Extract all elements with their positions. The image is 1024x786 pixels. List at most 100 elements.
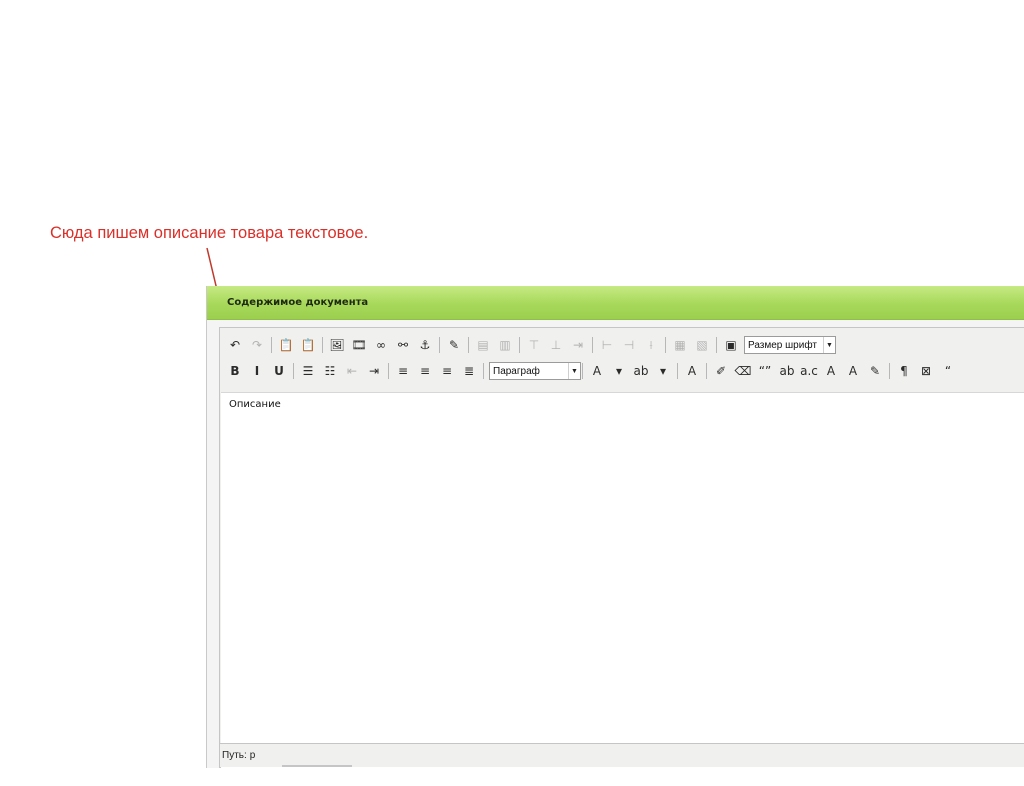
path-label: Путь: <box>222 750 247 761</box>
show-blocks-button[interactable]: ¶ <box>895 362 913 380</box>
delete-col-button[interactable]: ⟊ <box>642 336 660 354</box>
bullet-list-button[interactable]: ☰ <box>299 362 317 380</box>
panel-header: Содержимое документа <box>207 286 1024 320</box>
font-size-select[interactable]: Размер шрифт ▼ <box>744 336 836 354</box>
col-before-button[interactable]: ⊢ <box>598 336 616 354</box>
row-after-button[interactable]: ⊥ <box>547 336 565 354</box>
paste-as-text-button[interactable]: 📋 <box>277 336 295 354</box>
fullscreen-icon: ▣ <box>725 338 737 352</box>
path-value[interactable]: p <box>250 750 256 761</box>
toolbar-separator <box>592 337 593 353</box>
attributes-button[interactable]: ✎ <box>866 362 884 380</box>
toolbar-separator <box>468 337 469 353</box>
highlight-color-button[interactable]: ab <box>632 362 650 380</box>
rich-text-editor: ↶ ↷ 📋 📋 🖼 🎞 ∞ ⚯ ⚓ ✎ ▤ ▥ ⊤ ⊥ ⇥ ⊢ ⊣ ⟊ ▦ ▧ ▣ Размер шрифт ▼ B I U ☰ ☷… <box>219 327 1024 786</box>
paste-from-word-button[interactable]: 📋 <box>299 336 317 354</box>
cleanup-button[interactable]: ✐ <box>712 362 730 380</box>
align-left-icon: ≡ <box>397 364 409 378</box>
status-path: Путь: p <box>222 750 255 761</box>
table-props-icon: ▥ <box>499 338 511 352</box>
toolbar-separator <box>322 337 323 353</box>
quote-icon: “” <box>758 364 772 378</box>
table-props-button[interactable]: ▥ <box>496 336 514 354</box>
editor-content-area[interactable]: Описание <box>221 392 1024 786</box>
status-bar: Путь: p <box>220 743 1024 767</box>
quote-button[interactable]: “” <box>756 362 774 380</box>
insert-table-icon: ▤ <box>477 338 489 352</box>
acronym-button[interactable]: a.c <box>800 362 818 380</box>
split-cells-button[interactable]: ▧ <box>693 336 711 354</box>
text-color-dropdown-button[interactable]: ▾ <box>610 362 628 380</box>
align-justify-button[interactable]: ≣ <box>460 362 478 380</box>
bullet-list-icon: ☰ <box>302 364 314 378</box>
insert-table-button[interactable]: ▤ <box>474 336 492 354</box>
toolbar-row-2: B I U ☰ ☷ ⇤ ⇥ ≡ ≡ ≡ ≣ Параграф ▼ A ▾ ab ▾ A ✐ ⌫ “” ab a.c A A ✎ ¶ ⊠… <box>226 360 961 382</box>
merge-cells-button[interactable]: ▦ <box>671 336 689 354</box>
col-after-button[interactable]: ⊣ <box>620 336 638 354</box>
cleanup-icon: ✐ <box>715 364 727 378</box>
insert-image-button[interactable]: 🖼 <box>328 336 346 354</box>
fullscreen-button[interactable]: ▣ <box>722 336 740 354</box>
abbr-button[interactable]: ab <box>778 362 796 380</box>
remove-format-button[interactable]: ⌫ <box>734 362 752 380</box>
align-right-icon: ≡ <box>441 364 453 378</box>
bold-button[interactable]: B <box>226 362 244 380</box>
unlink-icon: ⚯ <box>397 338 409 352</box>
chevron-down-icon: ▼ <box>823 337 835 353</box>
remove-format-icon: ⌫ <box>734 364 752 378</box>
row-after-icon: ⊥ <box>550 338 562 352</box>
undo-icon: ↶ <box>229 338 241 352</box>
edit-html-icon: ✎ <box>448 338 460 352</box>
acronym-icon: a.c <box>800 364 818 378</box>
row-before-button[interactable]: ⊤ <box>525 336 543 354</box>
styles-button[interactable]: A <box>683 362 701 380</box>
outdent-icon: ⇤ <box>346 364 358 378</box>
resize-handle[interactable] <box>282 765 352 767</box>
abbr-icon: ab <box>779 364 795 378</box>
undo-button[interactable]: ↶ <box>226 336 244 354</box>
align-left-button[interactable]: ≡ <box>394 362 412 380</box>
numbered-list-button[interactable]: ☷ <box>321 362 339 380</box>
strikethrough-button[interactable]: A <box>822 362 840 380</box>
blockquote-button[interactable]: “ <box>939 362 957 380</box>
toolbar-separator <box>889 363 890 379</box>
unlink-button[interactable]: ⚯ <box>394 336 412 354</box>
nonbreaking-button[interactable]: ⊠ <box>917 362 935 380</box>
show-blocks-icon: ¶ <box>900 364 908 378</box>
highlight-color-icon: ab <box>633 364 649 378</box>
toolbar-separator <box>677 363 678 379</box>
insert-text-button[interactable]: A <box>844 362 862 380</box>
italic-button[interactable]: I <box>248 362 266 380</box>
insert-media-button[interactable]: 🎞 <box>350 336 368 354</box>
align-center-button[interactable]: ≡ <box>416 362 434 380</box>
numbered-list-icon: ☷ <box>324 364 336 378</box>
toolbar-separator <box>716 337 717 353</box>
align-justify-icon: ≣ <box>463 364 475 378</box>
indent-button[interactable]: ⇥ <box>365 362 383 380</box>
toolbar-separator <box>388 363 389 379</box>
align-right-button[interactable]: ≡ <box>438 362 456 380</box>
insert-text-icon: A <box>848 364 858 378</box>
underline-button[interactable]: U <box>270 362 288 380</box>
nonbreaking-icon: ⊠ <box>920 364 932 378</box>
toolbar-separator <box>483 363 484 379</box>
format-select-value: Параграф <box>493 365 540 377</box>
text-color-button[interactable]: A <box>588 362 606 380</box>
delete-row-button[interactable]: ⇥ <box>569 336 587 354</box>
redo-button[interactable]: ↷ <box>248 336 266 354</box>
chevron-down-icon: ▼ <box>568 363 580 379</box>
content-text[interactable]: Описание <box>229 399 281 410</box>
row-before-icon: ⊤ <box>528 338 540 352</box>
toolbar-separator <box>519 337 520 353</box>
align-center-icon: ≡ <box>419 364 431 378</box>
anchor-icon: ⚓ <box>419 338 431 352</box>
insert-link-button[interactable]: ∞ <box>372 336 390 354</box>
outdent-button[interactable]: ⇤ <box>343 362 361 380</box>
format-select[interactable]: Параграф ▼ <box>489 362 581 380</box>
highlight-dropdown-button[interactable]: ▾ <box>654 362 672 380</box>
bold-icon: B <box>230 364 240 378</box>
anchor-button[interactable]: ⚓ <box>416 336 434 354</box>
edit-html-button[interactable]: ✎ <box>445 336 463 354</box>
insert-media-icon: 🎞 <box>351 338 367 352</box>
merge-cells-icon: ▦ <box>674 338 686 352</box>
